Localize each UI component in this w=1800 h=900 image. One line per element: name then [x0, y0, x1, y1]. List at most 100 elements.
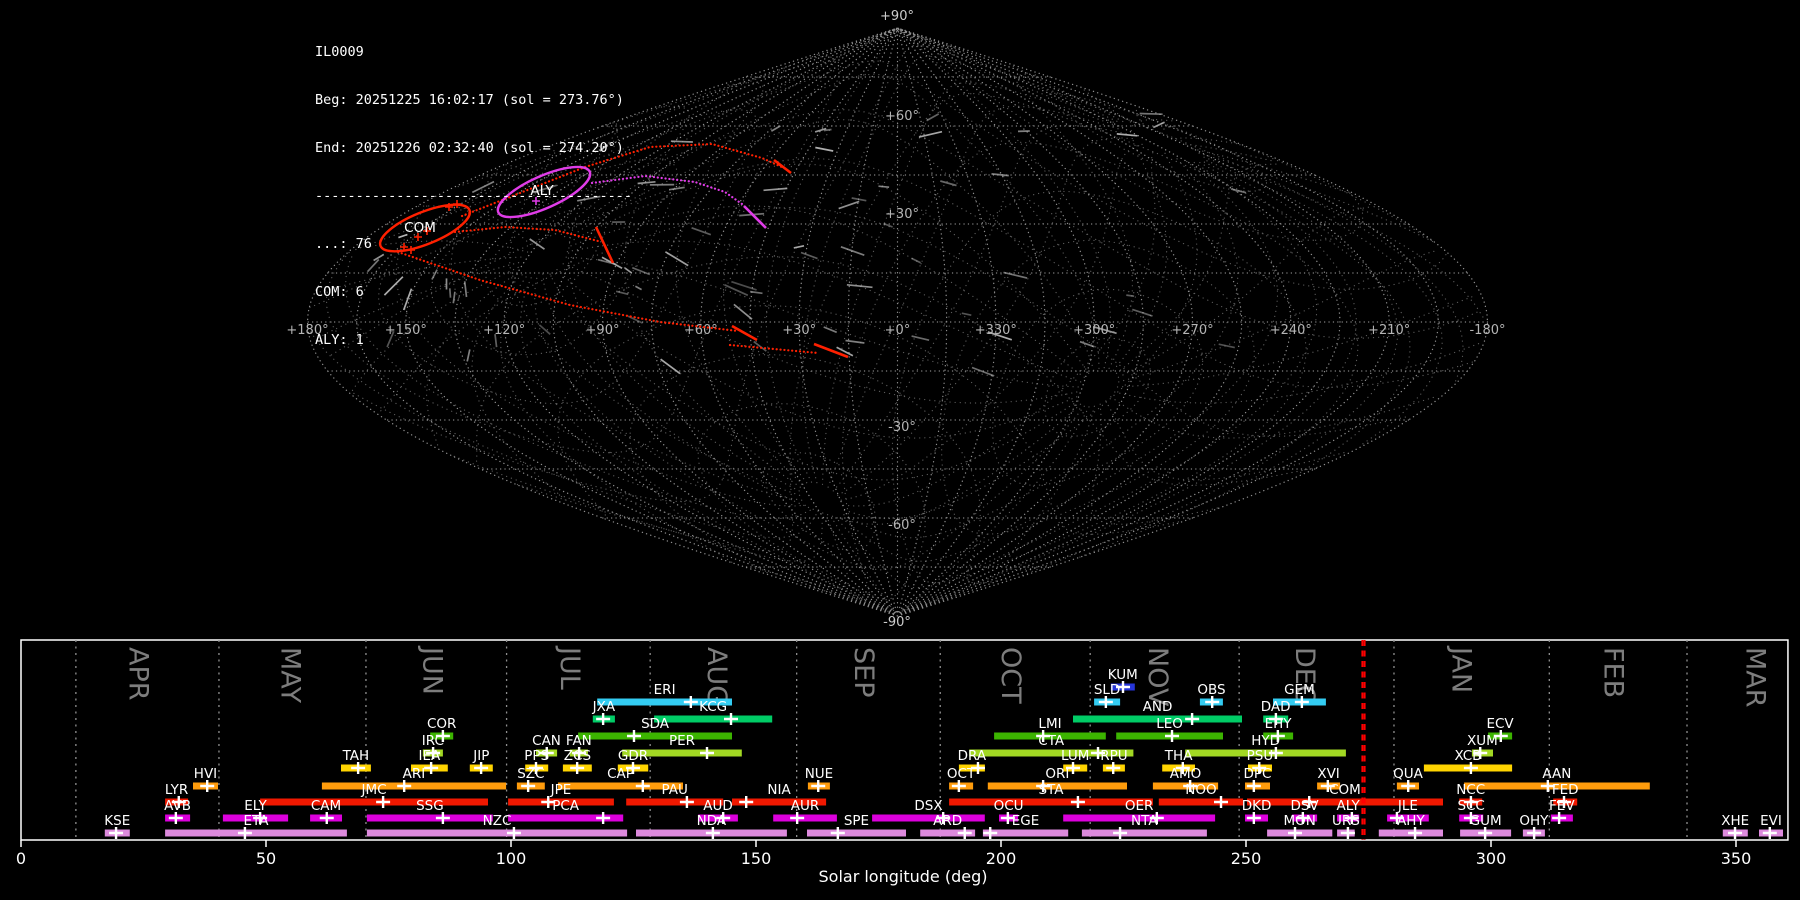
- shower-code-label: LUM: [1061, 748, 1089, 764]
- x-tick-label: 350: [1721, 849, 1752, 868]
- north-pole-label: +90°: [880, 9, 914, 24]
- activity-bar: [366, 814, 493, 822]
- shower-code-label: KCG: [699, 699, 727, 715]
- shower-kse: KSE: [104, 813, 130, 839]
- shower-code-label: IEA: [419, 748, 442, 764]
- activity-bar: [321, 782, 507, 790]
- shower-code-label: CTA: [1038, 733, 1065, 749]
- sporadic-meteor-streak: [793, 244, 805, 249]
- shower-code-label: GEM: [1284, 682, 1315, 698]
- station-id: IL0009: [315, 44, 364, 60]
- month-label: JUN: [417, 645, 448, 695]
- x-axis-title: Solar longitude (deg): [819, 867, 988, 886]
- month-label: SEP: [848, 647, 879, 697]
- shower-mon: MON: [1267, 813, 1333, 839]
- activity-bar: [366, 829, 628, 837]
- shower-cam: CAM: [310, 798, 342, 824]
- radiant-map-and-activity-chart: +90°-90°+180° +150° +120° +90° +60° +30° +0° +3…: [16, 9, 1789, 886]
- sporadic-meteor-streak: [800, 251, 818, 260]
- shower-code-label: NDA: [697, 813, 727, 829]
- sporadic-meteor-streak: [823, 326, 838, 334]
- shower-code-label: EVI: [1760, 813, 1782, 829]
- shower-code-label: LEO: [1156, 716, 1183, 732]
- shower-code-label: JPE: [550, 782, 572, 798]
- shower-code-label: SCC: [1457, 798, 1484, 814]
- shower-code-label: AND: [1143, 699, 1173, 715]
- shower-code-label: NZC: [483, 813, 512, 829]
- sporadic-meteor-streak: [660, 358, 681, 375]
- x-tick-label: 300: [1476, 849, 1507, 868]
- sporadic-meteor-streak: [631, 266, 651, 276]
- x-tick-label: 100: [496, 849, 527, 868]
- shower-code-label: ZCS: [564, 748, 591, 764]
- latitude-label: +60°: [885, 109, 919, 124]
- shower-code-label: LMI: [1038, 716, 1061, 732]
- month-label: JUL: [554, 645, 585, 690]
- sporadic-meteor-streak: [971, 366, 995, 377]
- equator-longitude-label: +330°: [975, 323, 1017, 338]
- activity-bar: [773, 814, 837, 822]
- shower-code-label: COR: [427, 716, 456, 732]
- max-activity-cross: [1113, 827, 1128, 839]
- activity-bar: [654, 715, 773, 723]
- shower-jip: JIP: [469, 748, 493, 774]
- sporadic-count: ...: 76: [315, 236, 372, 252]
- shower-code-label: JMC: [361, 782, 387, 798]
- sporadic-meteor-streak: [753, 340, 767, 352]
- shower-code-label: ORI: [1045, 766, 1069, 782]
- separator-line: ---------------------------------------: [315, 188, 632, 204]
- shower-dkd: DKD: [1242, 798, 1271, 824]
- shower-sld: SLD: [1094, 682, 1120, 708]
- shower-hvi: HVI: [193, 766, 218, 792]
- shower-evi: EVI: [1759, 813, 1783, 839]
- shower-code-label: NTA: [1131, 813, 1158, 829]
- shower-qua: QUA: [1393, 766, 1424, 792]
- activity-bar: [949, 798, 1153, 806]
- shower-code-label: SPE: [844, 813, 869, 829]
- activity-bar: [260, 798, 488, 806]
- shower-code-label: URS: [1332, 813, 1360, 829]
- x-tick-label: 200: [986, 849, 1017, 868]
- x-tick-label: 0: [16, 849, 26, 868]
- shower-code-label: AMO: [1170, 766, 1202, 782]
- shower-code-label: OHY: [1519, 813, 1549, 829]
- activity-bar: [872, 814, 985, 822]
- shower-code-label: GDR: [618, 748, 648, 764]
- shower-code-label: DPC: [1244, 766, 1272, 782]
- sporadic-meteor-streak: [763, 187, 788, 192]
- shower-code-label: OCT: [947, 766, 976, 782]
- shower-code-label: SDA: [641, 716, 670, 732]
- equator-longitude-label: +30°: [782, 323, 816, 338]
- latitude-label: -60°: [888, 518, 916, 533]
- shower-code-label: NCC: [1456, 782, 1485, 798]
- shower-meteor-streak: [773, 158, 792, 175]
- shower-code-label: PCA: [552, 798, 580, 814]
- shower-code-label: ALY: [1337, 798, 1361, 814]
- shower-code-label: SSG: [416, 798, 444, 814]
- shower-code-label: STA: [1038, 782, 1064, 798]
- shower-code-label: XCB: [1454, 748, 1481, 764]
- latitude-label: +30°: [885, 207, 919, 222]
- shower-nda: NDA: [636, 813, 787, 839]
- shower-code-label: DSX: [914, 798, 942, 814]
- max-activity-cross: [830, 827, 845, 839]
- sporadic-meteor-streak: [1079, 340, 1095, 348]
- shower-code-label: JIP: [472, 748, 489, 764]
- shower-meteor-streak: [731, 324, 758, 342]
- sporadic-meteor-streak: [918, 130, 943, 138]
- shower-urs: URS: [1332, 813, 1360, 839]
- month-label: APR: [123, 647, 154, 701]
- sporadic-meteor-streak: [840, 245, 865, 257]
- sporadic-meteor-streak: [991, 173, 1009, 177]
- shower-obs: OBS: [1197, 682, 1226, 708]
- shower-code-label: KUM: [1108, 667, 1138, 683]
- shower-code-label: CAM: [311, 798, 341, 814]
- shower-meteor-streak: [743, 205, 767, 229]
- sporadic-meteor-streak: [664, 251, 689, 267]
- sporadic-meteor-streak: [1139, 112, 1163, 116]
- month-label: AUG: [701, 647, 732, 706]
- sporadic-meteor-streak: [940, 180, 957, 187]
- shower-code-label: NOO: [1185, 782, 1216, 798]
- shower-code-label: OBS: [1197, 682, 1225, 698]
- max-activity-cross: [596, 812, 611, 824]
